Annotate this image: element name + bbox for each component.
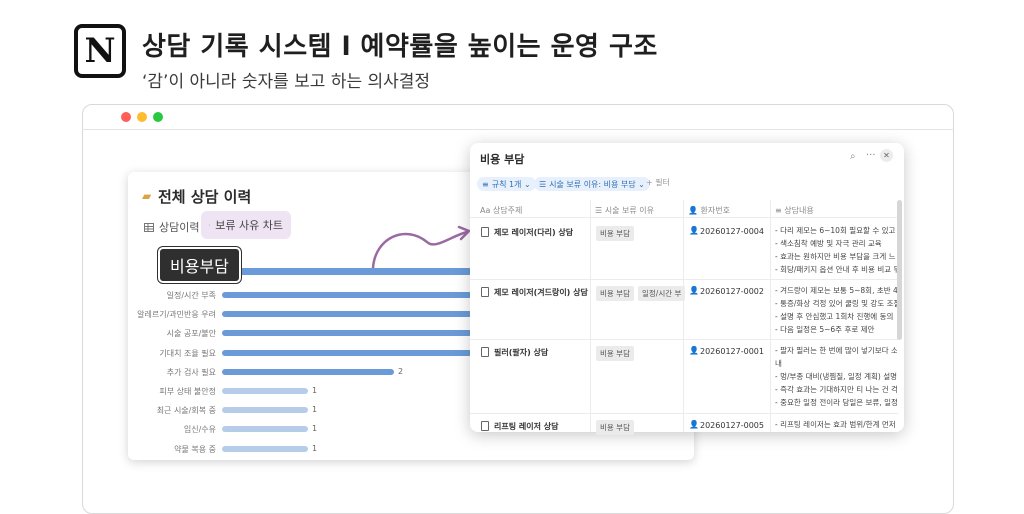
browser-titlebar	[82, 104, 954, 130]
more-options-icon[interactable]: ···	[866, 150, 876, 161]
header-divider	[470, 217, 898, 218]
bar	[222, 330, 472, 337]
column-divider	[683, 200, 684, 432]
panel-title: 비용 부담	[480, 153, 525, 166]
person-icon: 👤	[689, 286, 699, 295]
person-icon: 👤	[689, 346, 699, 355]
consult-note-line: 내	[775, 359, 782, 368]
bar	[222, 292, 472, 298]
bar-category-label: 시술 공포/불안	[166, 329, 216, 339]
bar-category-label: 일정/시간 부족	[166, 291, 216, 300]
person-icon: 👤	[689, 420, 699, 429]
consult-note-line: - 통증/화상 걱정 있어 쿨링 및 강도 조절	[775, 299, 897, 308]
row-title[interactable]: 제모 레이저(겨드랑이) 상담	[494, 287, 588, 298]
bar	[222, 349, 472, 356]
consult-note-line: - 중요한 일정 전이라 당일은 보류, 일정	[775, 398, 897, 407]
bar	[222, 311, 472, 318]
row-divider	[470, 339, 898, 340]
column-header-patient-id[interactable]: 👤 환자번호	[688, 205, 730, 216]
bar-value-label: 1	[312, 386, 318, 395]
clock-icon	[209, 224, 211, 226]
consult-note-line: - 리프팅 레이저는 효과 범위/한계 먼저	[775, 420, 896, 429]
column-divider	[770, 200, 771, 432]
page-icon	[481, 347, 489, 357]
close-panel-icon[interactable]: ✕	[880, 149, 893, 162]
hold-reason-tag[interactable]: 비용 부담	[596, 420, 634, 435]
bar-category-label: 약물 복용 중	[174, 444, 216, 454]
bar-category-label: 기대치 조율 필요	[159, 348, 216, 358]
consult-note-line: - 효과는 원하지만 비용 부담을 크게 느	[775, 252, 896, 261]
row-title[interactable]: 리프팅 레이저 상담	[494, 421, 558, 432]
consult-note-line: - 겨드랑이 제모는 보통 5~8회, 초반 4~	[775, 286, 897, 295]
consult-note-line: - 다리 제모는 6~10회 필요할 수 있고 반	[775, 226, 897, 235]
consult-note-line: - 즉각 효과는 기대하지만 티 나는 건 걱	[775, 385, 897, 394]
column-header-hold-reason[interactable]: ☰ 시술 보류 이유	[595, 205, 654, 216]
bar-value-label: 1	[312, 405, 318, 415]
patient-id: 20260127-0001	[700, 347, 764, 356]
page-icon	[481, 421, 489, 431]
bar-category-label: 최근 시술/회복 중	[156, 406, 216, 416]
hold-reason-tag[interactable]: 비용 부담	[596, 226, 634, 241]
table-icon	[144, 222, 154, 232]
minimize-window-dot[interactable]	[137, 112, 147, 122]
text-prop-icon: Aa	[480, 206, 493, 215]
notion-logo: N	[74, 24, 126, 78]
add-filter-button[interactable]: + 필터	[646, 177, 670, 188]
bar	[222, 368, 394, 375]
patient-id: 20260127-0005	[700, 421, 764, 430]
close-window-dot[interactable]	[121, 112, 131, 122]
tab-hold-reason-chart[interactable]: 보류 사유 차트	[201, 211, 291, 239]
page-subtitle: ‘감’이 아니라 숫자를 보고 하는 의사결정	[142, 72, 431, 92]
maximize-window-dot[interactable]	[153, 112, 163, 122]
bar	[222, 445, 308, 452]
bar-value-label: 2	[398, 366, 404, 376]
consult-note-line: - 다음 일정은 5~6주 후로 제안	[775, 325, 875, 334]
panel-scrollbar[interactable]	[897, 200, 902, 340]
bar-category-label: 임신/수유	[183, 425, 216, 435]
consult-note-line: - 팔자 필러는 한 번에 많이 넣기보다 소	[775, 346, 897, 355]
text-lines-icon: ≡	[775, 206, 785, 215]
chart-callout-label: 비용부담	[158, 247, 241, 283]
filter-rule-chip[interactable]: ≡ 규칙 1개 ⌄	[477, 177, 536, 191]
bar-category-label: 추가 검사 필요	[166, 367, 216, 377]
hold-reason-tag[interactable]: 일정/시간 부	[638, 286, 686, 301]
bar	[222, 388, 308, 394]
person-prop-icon: 👤	[688, 206, 701, 215]
patient-id: 20260127-0002	[700, 287, 764, 296]
consult-note-line: - 회당/패키지 옵션 안내 후 비용 비교 뒤	[775, 265, 897, 274]
curved-arrow-icon	[371, 225, 471, 270]
column-header-notes[interactable]: ≡ 상담내용	[775, 205, 814, 216]
bar-category-label: 피부 상태 불안정	[159, 387, 216, 396]
bar	[222, 407, 308, 414]
bar-value-label: 1	[312, 424, 318, 434]
consult-note-line: - 멍/부종 대비(냉찜질, 일정 계획) 설명	[775, 372, 897, 381]
row-title[interactable]: 필러(팔자) 상담	[494, 347, 548, 358]
filter-icon: ≡	[482, 179, 489, 189]
consult-note-line: - 설명 후 안심했고 1회차 진행에 동의	[775, 312, 894, 321]
hold-reason-tag[interactable]: 비용 부담	[596, 286, 634, 301]
search-icon[interactable]: ⌕	[850, 151, 856, 162]
page-icon	[481, 287, 489, 297]
bar-cost-burden	[222, 268, 472, 275]
list-prop-icon: ☰	[595, 206, 605, 215]
column-header-topic[interactable]: Aa 상담주제	[480, 205, 522, 216]
list-icon: ☰	[539, 179, 547, 189]
folder-icon: ▰	[142, 189, 152, 203]
bar-value-label: 1	[312, 443, 318, 453]
chart-card-title: 전체 상담 이력	[158, 188, 252, 206]
row-divider	[470, 413, 898, 414]
consult-note-line: - 색소침착 예방 및 자극 관리 교육	[775, 239, 882, 248]
page-icon	[481, 227, 489, 237]
patient-id: 20260127-0004	[700, 227, 764, 236]
bar	[222, 426, 308, 433]
filter-hold-reason-chip[interactable]: ☰ 시술 보류 이유: 비용 부담 ⌄	[534, 177, 650, 191]
column-divider	[590, 200, 591, 432]
hold-reason-tag[interactable]: 비용 부담	[596, 346, 634, 361]
page-title: 상담 기록 시스템 l 예약률을 높이는 운영 구조	[142, 32, 658, 62]
person-icon: 👤	[689, 226, 699, 235]
row-divider	[470, 279, 898, 280]
tab-consult-history[interactable]: 상담이력	[144, 214, 199, 240]
bar-category-label: 알레르기/과민반응 우려	[137, 310, 216, 320]
row-title[interactable]: 제모 레이저(다리) 상담	[494, 227, 573, 238]
